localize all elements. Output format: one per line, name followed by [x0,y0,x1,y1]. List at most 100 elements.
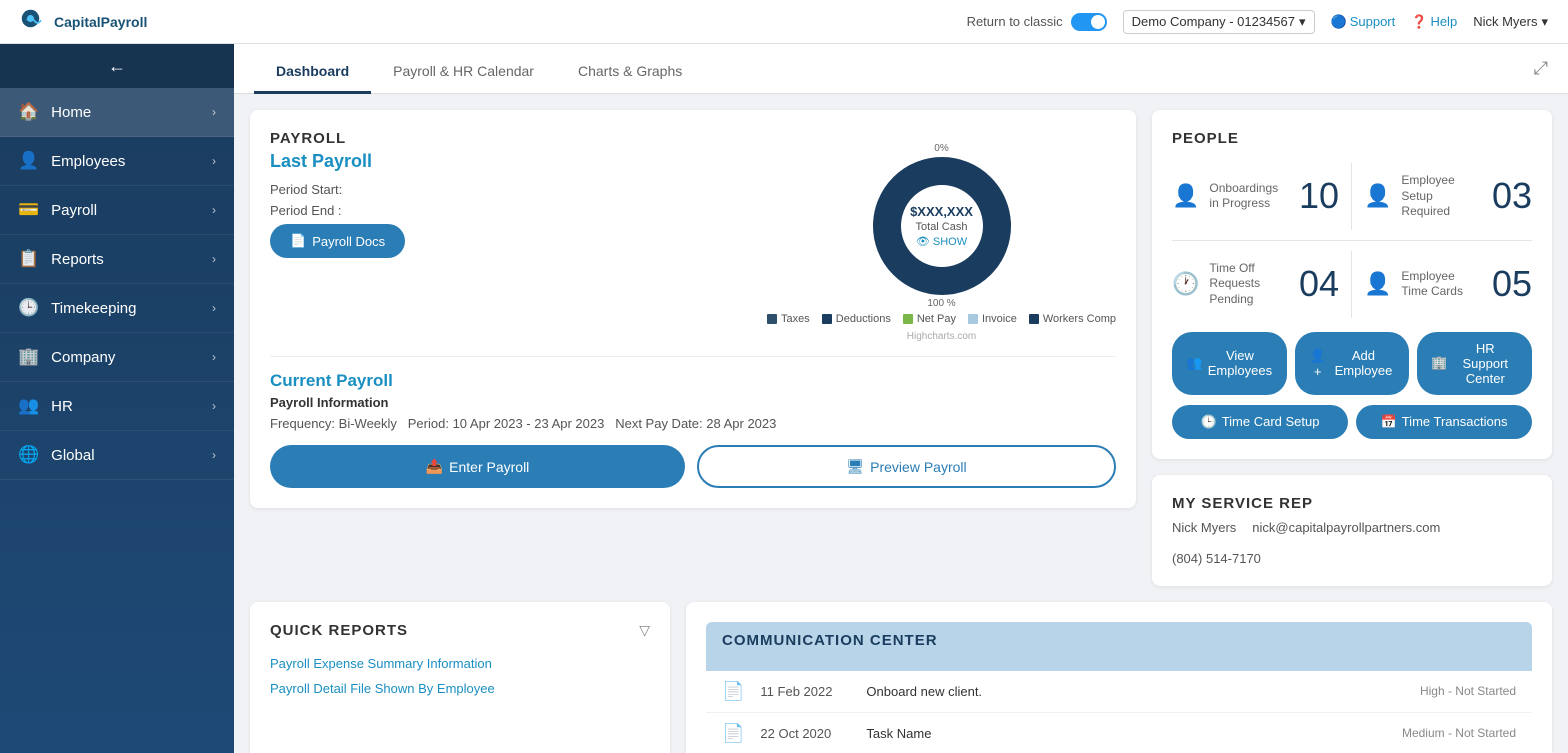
payroll-card: PAYROLL Last Payroll Period Start: Perio… [250,110,1136,508]
help-label: Help [1430,14,1457,29]
view-employees-button[interactable]: 👥 View Employees [1172,332,1287,395]
tab-payroll-hr-calendar[interactable]: Payroll & HR Calendar [371,51,556,94]
sidebar-item-company[interactable]: 🏢 Company › [0,333,234,382]
tab-charts-graphs[interactable]: Charts & Graphs [556,51,704,94]
service-rep-email: nick@capitalpayrollpartners.com [1252,520,1440,535]
tab-dashboard[interactable]: Dashboard [254,51,371,94]
support-icon: 🔵 [1331,14,1347,30]
people-action-buttons-row1: 👥 View Employees 👤+ Add Employee 🏢 HR Su… [1172,332,1532,395]
donut-pct-bot: 100 % [927,298,955,309]
chevron-down-icon: ▾ [1541,14,1548,30]
show-link[interactable]: 👁 SHOW [910,235,973,248]
chevron-right-icon: › [212,154,216,168]
comm-row-2: 📄 22 Oct 2020 Task Name Medium - Not Sta… [706,713,1532,753]
return-classic-label: Return to classic [967,14,1063,29]
tabs: Dashboard Payroll & HR Calendar Charts &… [254,51,704,93]
report-link-2[interactable]: Payroll Detail File Shown By Employee [270,676,650,701]
eye-icon: 👁 [916,235,930,248]
payroll-icon: 💳 [18,200,39,220]
chevron-right-icon: › [212,203,216,217]
comm-row-1: 📄 11 Feb 2022 Onboard new client. High -… [706,671,1532,713]
employees-icon: 👤 [18,151,39,171]
filter-icon[interactable]: ▽ [639,622,650,639]
preview-payroll-button[interactable]: 🖥 Preview Payroll [697,445,1116,488]
support-link[interactable]: 🔵 Support [1331,14,1396,30]
sidebar: ← 🏠 Home › 👤 Employees › 💳 Payroll › 📋 [0,44,234,753]
hr-support-icon: 🏢 [1431,355,1447,371]
comm-doc-icon: 📄 [722,681,744,702]
sidebar-item-label: Reports [51,251,104,268]
help-link[interactable]: ❓ Help [1411,14,1457,30]
time-transactions-button[interactable]: 📅 Time Transactions [1356,405,1532,439]
sidebar-item-home[interactable]: 🏠 Home › [0,88,234,137]
people-action-buttons-row2: 🕒 Time Card Setup 📅 Time Transactions [1172,405,1532,439]
people-stat-timeoff: 🕐 Time Off Requests Pending 04 [1172,251,1352,318]
support-label: Support [1350,14,1396,29]
logo-icon [20,8,48,36]
time-card-setup-button[interactable]: 🕒 Time Card Setup [1172,405,1348,439]
setup-icon: 👤 [1364,183,1391,209]
expand-icon[interactable]: ⤢ [1534,58,1548,79]
tabs-bar: Dashboard Payroll & HR Calendar Charts &… [234,44,1568,94]
donut-center: $XXX,XXX Total Cash 👁 SHOW [910,204,973,248]
hr-support-button[interactable]: 🏢 HR Support Center [1417,332,1532,395]
legend-netpay: Net Pay [903,313,956,325]
main-content: Dashboard Payroll & HR Calendar Charts &… [234,44,1568,753]
payroll-docs-button[interactable]: 📄 Payroll Docs [270,224,405,258]
logo: CapitalPayroll [20,8,147,36]
sidebar-item-employees[interactable]: 👤 Employees › [0,137,234,186]
bottom-row: QUICK REPORTS ▽ Payroll Expense Summary … [234,602,1568,753]
topbar: CapitalPayroll Return to classic Demo Co… [0,0,1568,44]
current-payroll-title: Current Payroll [270,371,1116,391]
report-link-1[interactable]: Payroll Expense Summary Information [270,651,650,676]
sidebar-item-payroll[interactable]: 💳 Payroll › [0,186,234,235]
sidebar-item-hr[interactable]: 👥 HR › [0,382,234,431]
chevron-right-icon: › [212,105,216,119]
sidebar-item-label: Global [51,447,94,464]
sidebar-item-global[interactable]: 🌐 Global › [0,431,234,480]
view-employees-icon: 👥 [1186,355,1202,371]
topbar-left: CapitalPayroll [20,8,147,36]
payroll-action-buttons: 📤 Enter Payroll 🖥 Preview Payroll [270,445,1116,488]
quick-reports-header: QUICK REPORTS ▽ [270,622,650,639]
chevron-right-icon: › [212,399,216,413]
comm-task-1: Onboard new client. [866,684,1404,699]
chevron-right-icon: › [212,252,216,266]
people-card: PEOPLE 👤 Onboardings in Progress 10 👤 Em… [1152,110,1552,459]
last-payroll-title: Last Payroll [270,151,747,172]
onboarding-icon: 👤 [1172,183,1199,209]
chevron-right-icon: › [212,448,216,462]
highcharts-credit: Highcharts.com [907,331,976,342]
sidebar-back-button[interactable]: ← [0,44,234,88]
comm-status-2: Medium - Not Started [1402,726,1516,740]
people-stat-timecards: 👤 Employee Time Cards 05 [1352,251,1532,318]
add-employee-button[interactable]: 👤+ Add Employee [1295,332,1410,395]
legend-workers-comp: Workers Comp [1029,313,1116,325]
chart-legend: Taxes Deductions Net Pay [767,313,1116,325]
reports-icon: 📋 [18,249,39,269]
comm-task-2: Task Name [866,726,1386,741]
timekeeping-icon: 🕒 [18,298,39,318]
enter-payroll-button[interactable]: 📤 Enter Payroll [270,445,685,488]
donut-chart: 0% $XXX,XXX Total Cash [867,151,1017,301]
comm-center-header: COMMUNICATION CENTER [706,622,1532,671]
people-title: PEOPLE [1172,130,1532,147]
comm-doc-icon-2: 📄 [722,723,744,744]
chevron-right-icon: › [212,350,216,364]
company-selector[interactable]: Demo Company - 01234567 ▾ [1123,10,1315,34]
timecard-icon: 👤 [1364,271,1391,297]
sidebar-item-label: Company [51,349,115,366]
classic-toggle[interactable] [1071,13,1107,31]
service-rep-info: Nick Myers nick@capitalpayrollpartners.c… [1172,520,1532,566]
sidebar-item-reports[interactable]: 📋 Reports › [0,235,234,284]
dashboard-content: PAYROLL Last Payroll Period Start: Perio… [234,94,1568,602]
people-stat-onboardings: 👤 Onboardings in Progress 10 [1172,163,1352,230]
preview-payroll-icon: 🖥 [846,458,864,475]
payroll-frequency: Frequency: Bi-Weekly Period: 10 Apr 2023… [270,416,1116,431]
period-start: Period Start: [270,182,747,197]
comm-center-body: 📄 11 Feb 2022 Onboard new client. High -… [706,671,1532,753]
sidebar-item-timekeeping[interactable]: 🕒 Timekeeping › [0,284,234,333]
user-menu[interactable]: Nick Myers ▾ [1473,14,1548,30]
quick-reports-title: QUICK REPORTS [270,622,408,639]
time-card-setup-icon: 🕒 [1201,414,1217,430]
